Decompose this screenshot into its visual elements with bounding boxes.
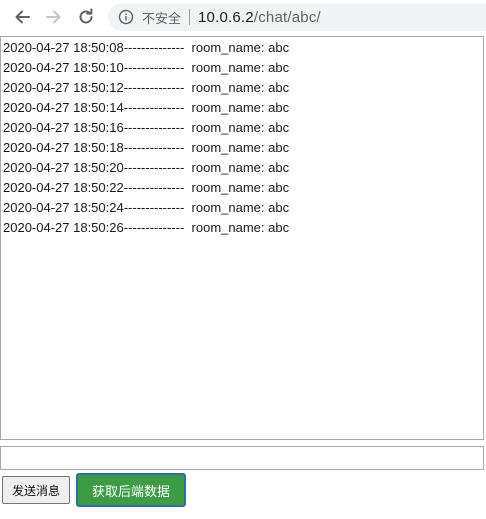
log-line: 2020-04-27 18:50:12-------------- room_n…: [3, 80, 290, 95]
message-input[interactable]: [0, 446, 484, 470]
forward-arrow-icon[interactable]: [42, 5, 66, 29]
url-path: /chat/abc/: [253, 8, 321, 26]
info-icon[interactable]: [118, 9, 134, 25]
log-line: 2020-04-27 18:50:18-------------- room_n…: [3, 140, 290, 155]
log-line: 2020-04-27 18:50:14-------------- room_n…: [3, 100, 290, 115]
url-text[interactable]: 10.0.6.2/chat/abc/: [198, 9, 321, 26]
log-line: 2020-04-27 18:50:20-------------- room_n…: [3, 160, 290, 175]
security-status-label: 不安全: [142, 11, 182, 27]
log-line: 2020-04-27 18:50:10-------------- room_n…: [3, 60, 290, 75]
fetch-backend-data-button[interactable]: 获取后端数据: [76, 473, 186, 507]
log-line: 2020-04-27 18:50:16-------------- room_n…: [3, 120, 290, 135]
reload-icon[interactable]: [74, 5, 98, 29]
back-arrow-icon[interactable]: [10, 5, 34, 29]
log-line: 2020-04-27 18:50:22-------------- room_n…: [3, 180, 290, 195]
log-line: 2020-04-27 18:50:24-------------- room_n…: [3, 200, 290, 215]
log-line: 2020-04-27 18:50:26-------------- room_n…: [3, 220, 290, 235]
send-message-button[interactable]: 发送消息: [2, 476, 70, 504]
url-host: 10.0.6.2: [198, 8, 254, 26]
address-divider: [189, 9, 191, 25]
chat-log-textarea[interactable]: 2020-04-27 18:50:08-------------- room_n…: [0, 36, 484, 440]
log-line: 2020-04-27 18:50:08-------------- room_n…: [3, 40, 290, 55]
address-bar[interactable]: 不安全 10.0.6.2/chat/abc/: [108, 3, 486, 31]
browser-toolbar: 不安全 10.0.6.2/chat/abc/: [0, 0, 486, 34]
